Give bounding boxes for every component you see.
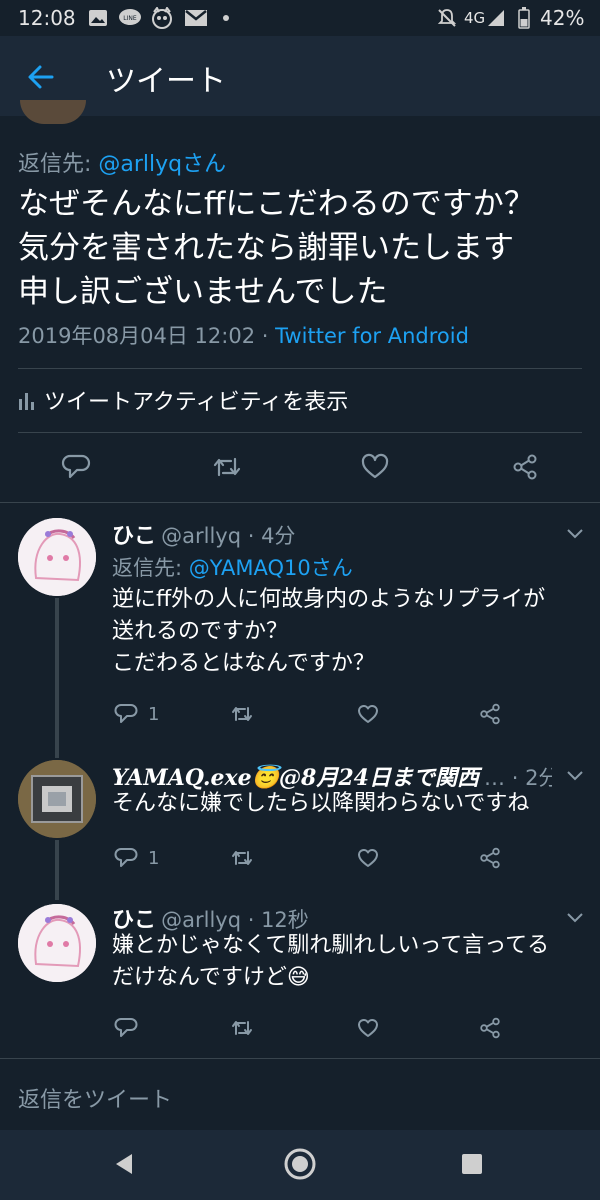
reply-compose-placeholder[interactable]: 返信をツイート: [18, 1082, 172, 1114]
reply-author-handle[interactable]: @arllyq: [161, 524, 241, 548]
reply-icon: [114, 704, 138, 723]
nav-home-icon[interactable]: [282, 1146, 318, 1182]
reply-button[interactable]: 1: [114, 702, 159, 726]
reply-icon[interactable]: [61, 452, 91, 482]
reply-text: そんなに嫌でしたら以降関わらないですね: [112, 791, 530, 816]
main-tweet-text: なぜそんなにffにこだわるのですか？ 気分を害されたなら謝罪いたします 申し訳ご…: [18, 186, 535, 310]
avatar[interactable]: [18, 760, 96, 838]
reply-to-user-link[interactable]: @arllyqさん: [98, 152, 226, 177]
line-app-icon: LINE: [119, 9, 141, 25]
share-button[interactable]: [478, 1016, 502, 1040]
chevron-down-icon[interactable]: [566, 912, 584, 924]
share-icon[interactable]: [510, 452, 540, 482]
reply-icon: [114, 848, 138, 867]
status-time: 12:08: [18, 6, 76, 30]
back-arrow-icon[interactable]: [24, 60, 58, 94]
gallery-icon: [89, 10, 107, 26]
main-tweet-meta: 2019年08月04日 12:02 · Twitter for Android: [18, 320, 469, 350]
reply-time: · 2分: [511, 766, 552, 790]
avatar[interactable]: [18, 904, 96, 982]
nav-recents-icon[interactable]: [460, 1152, 484, 1176]
tweet-activity-label: ツイートアクティビティを表示: [44, 390, 349, 415]
tweet-timestamp: 2019年08月04日 12:02: [18, 324, 256, 348]
reply-to-user-link[interactable]: @YAMAQ10さん: [189, 556, 353, 580]
divider: [18, 368, 582, 369]
svg-text:LINE: LINE: [123, 15, 137, 22]
divider: [18, 432, 582, 433]
battery-icon: [518, 7, 530, 29]
reply-to-label: 返信先:: [112, 556, 189, 580]
nav-back-icon[interactable]: [110, 1150, 138, 1178]
more-notifications-dot-icon: [223, 15, 229, 21]
avatar[interactable]: [18, 518, 96, 596]
app-header: [0, 36, 600, 116]
like-icon: [358, 1019, 378, 1037]
tweet-activity-link[interactable]: ツイートアクティビティを表示: [18, 384, 348, 416]
gmail-icon: [185, 10, 207, 26]
anime-avatar-illustration: [18, 518, 96, 596]
main-tweet-reply-to: 返信先: @arllyqさん: [18, 146, 226, 178]
retweet-icon: [232, 707, 252, 721]
like-button[interactable]: [356, 702, 380, 726]
like-icon: [358, 705, 378, 723]
thread-line: [55, 840, 59, 900]
share-icon: [480, 703, 500, 725]
share-icon: [480, 847, 500, 869]
anime-avatar-illustration: [18, 904, 96, 982]
reply-count: 1: [148, 847, 160, 869]
retweet-icon: [232, 1021, 252, 1035]
battery-level: 42%: [540, 6, 585, 30]
reply-to-line: 返信先: @YAMAQ10さん: [112, 552, 353, 582]
like-button[interactable]: [356, 1016, 380, 1040]
reply-button[interactable]: [114, 1016, 148, 1040]
tweet-source-link[interactable]: Twitter for Android: [275, 324, 469, 348]
reply-time: · 12秒: [241, 908, 309, 932]
mute-icon: [437, 9, 457, 27]
reply-author-name[interactable]: ひこ: [112, 524, 156, 549]
chevron-down-icon[interactable]: [566, 770, 584, 782]
like-icon[interactable]: [360, 452, 390, 482]
analytics-icon: [19, 393, 34, 410]
like-icon: [358, 849, 378, 867]
share-icon: [480, 1017, 500, 1039]
retweet-icon: [232, 851, 252, 865]
meta-separator: ·: [255, 324, 276, 348]
reply-icon: [114, 1018, 138, 1037]
network-type: 4G: [464, 9, 486, 27]
cpu-avatar-photo: [18, 760, 96, 838]
app-notification-icon: [152, 7, 172, 29]
page-title: ツイート: [106, 64, 226, 99]
reply-to-label: 返信先:: [18, 152, 99, 177]
divider: [0, 502, 600, 503]
retweet-button[interactable]: [230, 846, 254, 870]
retweet-button[interactable]: [230, 1016, 254, 1040]
retweet-button[interactable]: [230, 702, 254, 726]
like-button[interactable]: [356, 846, 380, 870]
reply-text: 嫌とかじゃなくて馴れ馴れしいって言ってる だけなんですけど😅: [112, 933, 550, 990]
chevron-down-icon[interactable]: [566, 528, 584, 540]
main-tweet-avatar[interactable]: [20, 100, 86, 124]
share-button[interactable]: [478, 702, 502, 726]
thread-line: [55, 598, 59, 758]
reply-header: ひこ @arllyq · 4分: [112, 518, 295, 550]
reply-author-handle[interactable]: @arllyq: [161, 908, 241, 932]
signal-icon: [488, 10, 504, 26]
reply-time: · 4分: [241, 524, 296, 548]
reply-author-handle[interactable]: …: [484, 766, 505, 790]
reply-button[interactable]: 1: [114, 846, 159, 870]
retweet-icon[interactable]: [212, 452, 242, 482]
share-button[interactable]: [478, 846, 502, 870]
reply-text: 逆にff外の人に何故身内のようなリプライが 送れるのですか？ こだわるとはなんで…: [112, 587, 546, 676]
reply-count: 1: [148, 703, 160, 725]
